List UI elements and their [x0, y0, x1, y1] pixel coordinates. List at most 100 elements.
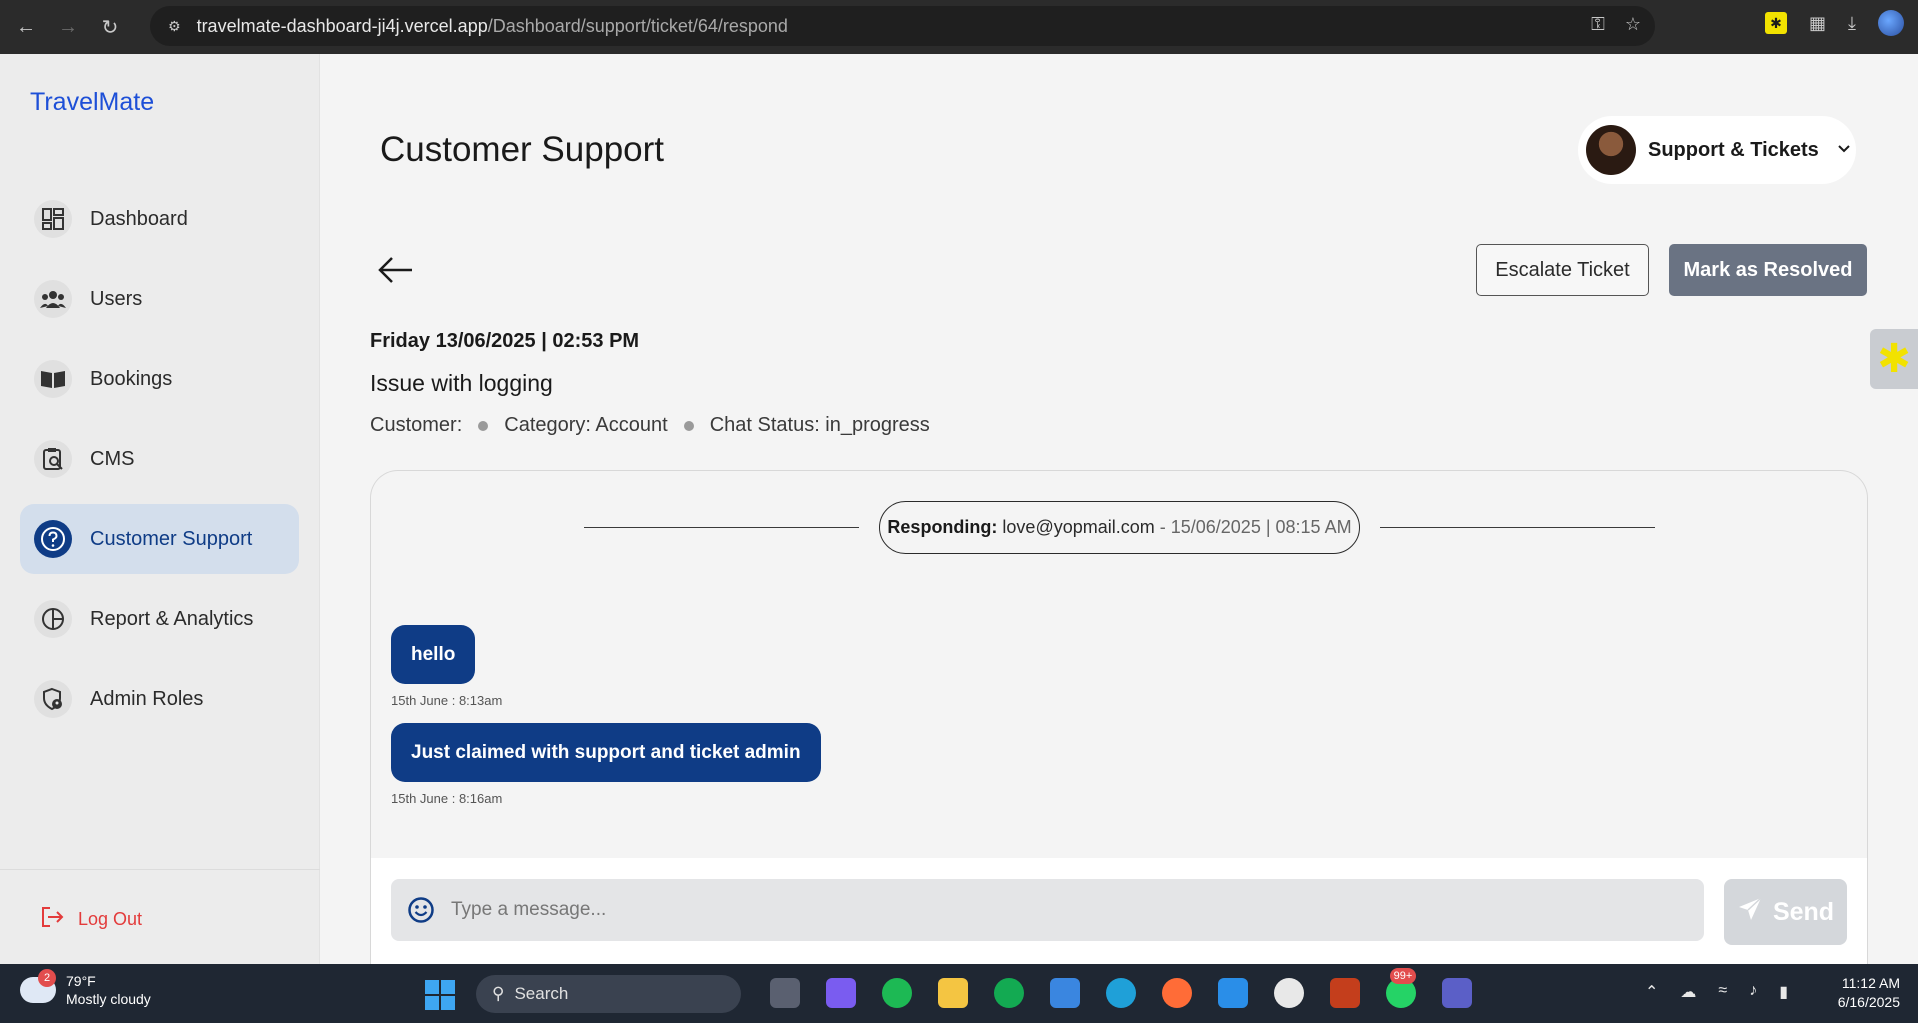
separator-dot	[683, 420, 694, 431]
profile-icon[interactable]	[1878, 10, 1904, 36]
teams-icon[interactable]	[1442, 978, 1472, 1008]
taskbar-search[interactable]: ⚲ Search	[476, 975, 741, 1013]
responding-email: love@yopmail.com	[1002, 517, 1155, 537]
profile-menu[interactable]: Support & Tickets	[1578, 116, 1856, 184]
sidebar-item-users[interactable]: Users	[20, 264, 299, 334]
search-icon: ⚲	[492, 984, 505, 1003]
wifi-icon[interactable]: ≈	[1718, 982, 1727, 1002]
chat-panel: Responding: love@yopmail.com - 15/06/202…	[370, 470, 1868, 971]
vscode-icon[interactable]	[1218, 978, 1248, 1008]
url-path: /Dashboard/support/ticket/64/respond	[487, 15, 788, 36]
ticket-customer: Customer:	[370, 414, 463, 436]
message-time: 15th June : 8:13am	[391, 693, 503, 708]
ticket-category: Category: Account	[504, 414, 668, 436]
task-view-icon[interactable]	[770, 978, 800, 1008]
weather-desc: Mostly cloudy	[66, 991, 151, 1007]
edge-icon[interactable]	[1106, 978, 1136, 1008]
shield-user-icon	[34, 680, 72, 718]
store-icon[interactable]	[1050, 978, 1080, 1008]
clipboard-icon	[34, 440, 72, 478]
responding-timestamp: - 15/06/2025 | 08:15 AM	[1159, 517, 1352, 537]
profile-label: Support & Tickets	[1648, 138, 1819, 161]
forward-icon[interactable]: →	[52, 11, 84, 43]
system-tray: ⌃ ☁ ≈ ♪ ▮	[1645, 982, 1788, 1002]
taskbar: 2 79°F Mostly cloudy ⚲ Search 99+ ⌃ ☁ ≈ …	[0, 964, 1918, 1023]
address-bar[interactable]: ⚙ travelmate-dashboard-ji4j.vercel.app/D…	[150, 6, 1655, 46]
ticket-chat-status: Chat Status: in_progress	[709, 414, 930, 436]
powerpoint-icon[interactable]	[1330, 978, 1360, 1008]
message-bubble: hello	[391, 625, 476, 684]
sidebar-item-report-analytics[interactable]: Report & Analytics	[20, 584, 299, 654]
volume-icon[interactable]: ♪	[1749, 982, 1757, 1002]
chevron-up-icon[interactable]: ⌃	[1645, 982, 1658, 1002]
weather-temp: 79°F	[66, 973, 96, 989]
page-title: Customer Support	[380, 130, 665, 169]
copilot-icon[interactable]	[826, 978, 856, 1008]
onedrive-icon[interactable]: ☁	[1680, 982, 1696, 1002]
windows-start-icon[interactable]	[425, 980, 455, 1010]
emoji-icon[interactable]	[407, 896, 435, 924]
system-clock[interactable]: 11:12 AM 6/16/2025	[1820, 974, 1900, 1012]
file-explorer-icon[interactable]	[938, 978, 968, 1008]
weather-badge: 2	[38, 969, 56, 987]
floating-extension-icon[interactable]: ✱	[1870, 329, 1918, 389]
chrome-icon[interactable]	[1274, 978, 1304, 1008]
site-info-icon[interactable]: ⚙	[168, 18, 181, 35]
key-icon[interactable]: ⚿	[1591, 14, 1605, 35]
sidebar-item-label: Customer Support	[90, 527, 253, 550]
taskbar-search-label: Search	[514, 984, 569, 1003]
help-icon	[34, 520, 72, 558]
sidebar-item-label: Users	[90, 287, 143, 310]
message-time: 15th June : 8:16am	[391, 791, 503, 806]
responding-indicator: Responding: love@yopmail.com - 15/06/202…	[879, 501, 1360, 554]
reload-icon[interactable]: ↻	[94, 11, 126, 43]
sidebar-item-cms[interactable]: CMS	[20, 424, 299, 494]
logout-button[interactable]: Log Out	[40, 906, 142, 933]
sidebar-item-admin-roles[interactable]: Admin Roles	[20, 664, 299, 734]
sidebar-item-label: Report & Analytics	[90, 607, 254, 630]
star-icon[interactable]: ☆	[1625, 14, 1641, 35]
sidebar-item-label: Bookings	[90, 367, 173, 390]
send-icon	[1737, 896, 1763, 929]
logout-label: Log Out	[78, 909, 143, 929]
pie-chart-icon	[34, 600, 72, 638]
back-icon[interactable]: ←	[10, 11, 42, 43]
puzzle-icon[interactable]: ▦	[1809, 13, 1826, 34]
escalate-ticket-button[interactable]: Escalate Ticket	[1476, 244, 1649, 296]
sidebar-item-label: CMS	[90, 447, 135, 470]
message-input-box[interactable]	[391, 879, 1704, 941]
divider-line	[584, 527, 859, 528]
mongodb-icon[interactable]	[994, 978, 1024, 1008]
url-host: travelmate-dashboard-ji4j.vercel.app	[196, 15, 488, 36]
separator-dot	[478, 420, 489, 431]
sidebar-divider	[0, 869, 320, 870]
extension-icon[interactable]: ✱	[1765, 12, 1788, 34]
sidebar-item-customer-support[interactable]: Customer Support	[20, 504, 299, 574]
sidebar-item-bookings[interactable]: Bookings	[20, 344, 299, 414]
sidebar-item-label: Admin Roles	[90, 687, 204, 710]
clock-time: 11:12 AM	[1841, 975, 1900, 991]
dashboard-icon	[34, 200, 72, 238]
message-composer: Send	[371, 858, 1867, 971]
back-arrow-icon[interactable]	[376, 250, 416, 290]
battery-icon[interactable]: ▮	[1779, 982, 1788, 1002]
postman-icon[interactable]	[1162, 978, 1192, 1008]
users-icon	[34, 280, 72, 318]
avatar	[1586, 125, 1636, 175]
sidebar-item-dashboard[interactable]: Dashboard	[20, 184, 299, 254]
weather-widget[interactable]: 2 79°F Mostly cloudy	[20, 969, 151, 1008]
message-bubble: Just claimed with support and ticket adm…	[391, 723, 821, 782]
ticket-subject: Issue with logging	[370, 370, 553, 396]
brand-logo[interactable]: TravelMate	[30, 88, 154, 117]
download-icon[interactable]: ⤓	[1848, 13, 1856, 34]
cloud-icon: 2	[20, 969, 56, 1003]
book-icon	[34, 360, 72, 398]
sidebar: TravelMate Dashboard Users Bookings CMS …	[0, 54, 320, 964]
send-button[interactable]: Send	[1724, 879, 1847, 945]
whatsapp-icon[interactable]: 99+	[1386, 968, 1416, 1008]
spotify-icon[interactable]	[882, 978, 912, 1008]
message-input[interactable]	[451, 899, 1651, 921]
ticket-datetime: Friday 13/06/2025 | 02:53 PM	[370, 330, 640, 352]
mark-resolved-button[interactable]: Mark as Resolved	[1669, 244, 1867, 296]
ticket-meta: Customer: Category: Account Chat Status:…	[370, 414, 930, 437]
